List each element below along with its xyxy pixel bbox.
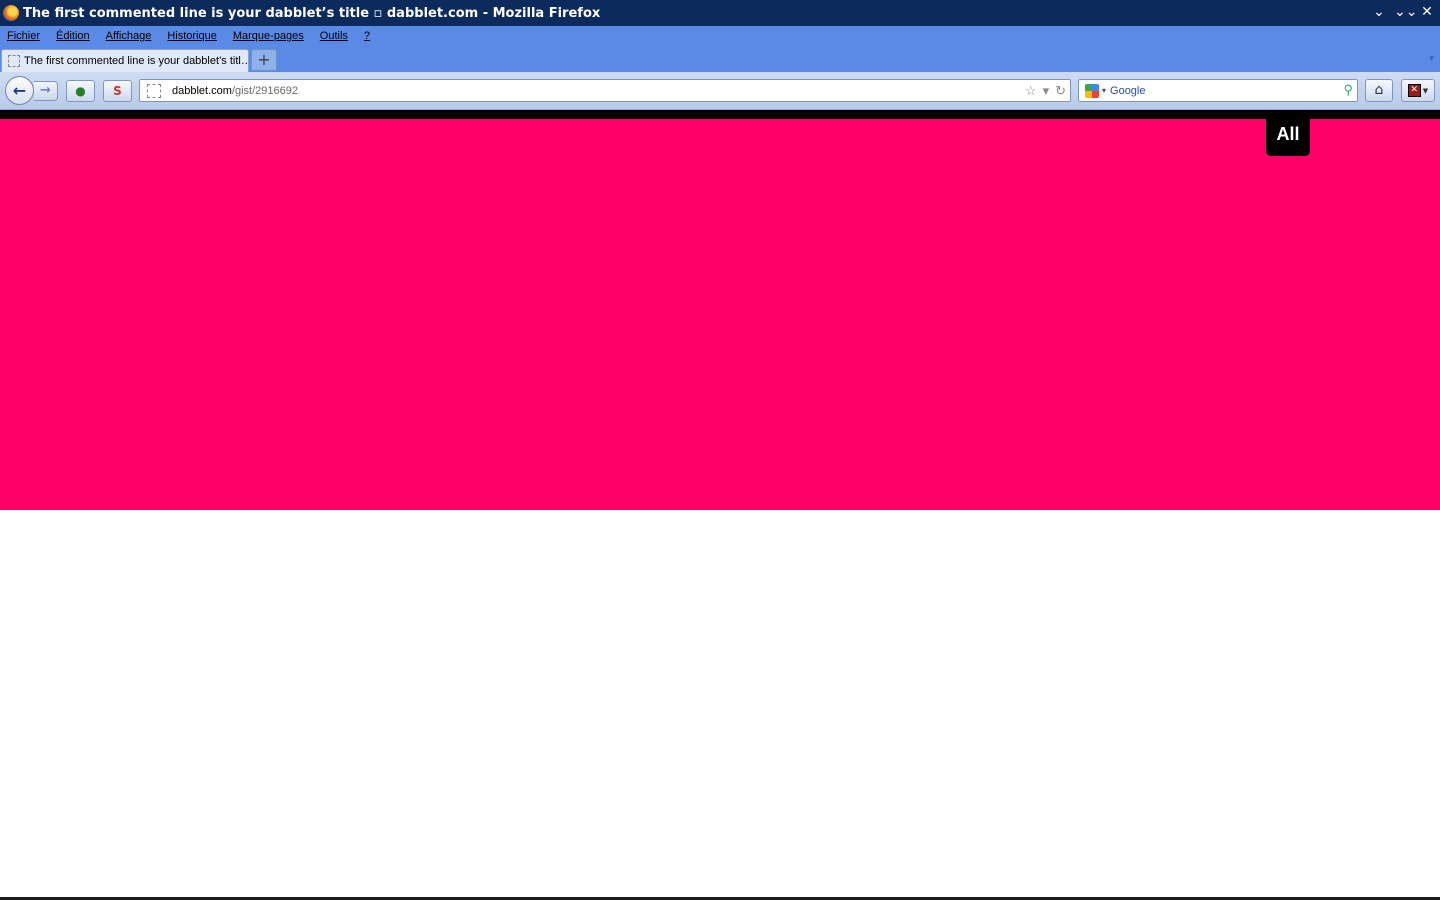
onion-addon-icon[interactable]: ● [66,80,95,102]
menu-help[interactable]: ? [356,30,378,42]
search-input[interactable]: Google [1110,85,1145,97]
close-window-button[interactable]: ✕ [1418,3,1436,21]
tab-bar: The first commented line is your dabblet… [0,46,1440,72]
reload-icon[interactable]: ↻ [1055,82,1066,99]
google-icon[interactable] [1085,83,1099,98]
url-bar-icons: ☆ ▾ ↻ [1025,82,1066,99]
tab-label: The first commented line is your dabblet… [24,55,248,67]
tab-list-dropdown-icon[interactable]: ▾ [1429,54,1434,64]
maximize-button[interactable]: ⌄⌄ [1394,3,1417,21]
blank-page-icon [8,55,20,67]
tab-dabblet[interactable]: The first commented line is your dabblet… [1,49,249,72]
url-domain: dabblet.com [172,84,232,97]
site-identity-icon[interactable] [147,83,161,98]
menu-affichage[interactable]: Affichage [98,30,160,42]
window-titlebar: The first commented line is your dabblet… [0,0,1440,26]
menu-fichier[interactable]: Fichier [0,30,48,42]
menu-bar: Fichier Édition Affichage Historique Mar… [0,26,1440,46]
chevron-down-icon: ▼ [1422,86,1429,95]
url-path: /gist/2916692 [231,84,298,97]
search-bar[interactable]: ▾ Google ⚲ [1078,79,1358,102]
menu-marque-pages[interactable]: Marque-pages [225,30,312,42]
history-dropdown-icon[interactable]: ▾ [1043,82,1050,99]
addon-menu-button[interactable]: ✕ ▼ [1401,79,1435,102]
view-all-button[interactable]: All [1266,113,1310,156]
forward-button[interactable]: → [34,81,58,101]
red-addon-icon: ✕ [1407,84,1421,97]
search-engine-dropdown-icon[interactable]: ▾ [1102,86,1106,95]
dabblet-top-bar [0,110,1440,119]
menu-edition[interactable]: Édition [48,30,98,42]
bookmark-star-icon[interactable]: ☆ [1025,82,1037,99]
s-addon-icon[interactable]: S [103,80,132,102]
result-preview [0,119,1440,510]
menu-historique[interactable]: Historique [159,30,225,42]
window-controls: ⌄ ⌄⌄ ✕ [1370,3,1436,21]
search-icon[interactable]: ⚲ [1343,82,1353,98]
url-bar[interactable]: dabblet.com /gist/2916692 ☆ ▾ ↻ [139,79,1071,102]
menu-outils[interactable]: Outils [312,30,356,42]
home-button[interactable]: ⌂ [1365,79,1393,102]
minimize-button[interactable]: ⌄ [1370,3,1388,21]
back-button[interactable]: ← [5,76,34,105]
window-title: The first commented line is your dabblet… [23,5,601,21]
firefox-logo-icon [3,5,19,21]
new-tab-button[interactable]: + [251,49,277,71]
